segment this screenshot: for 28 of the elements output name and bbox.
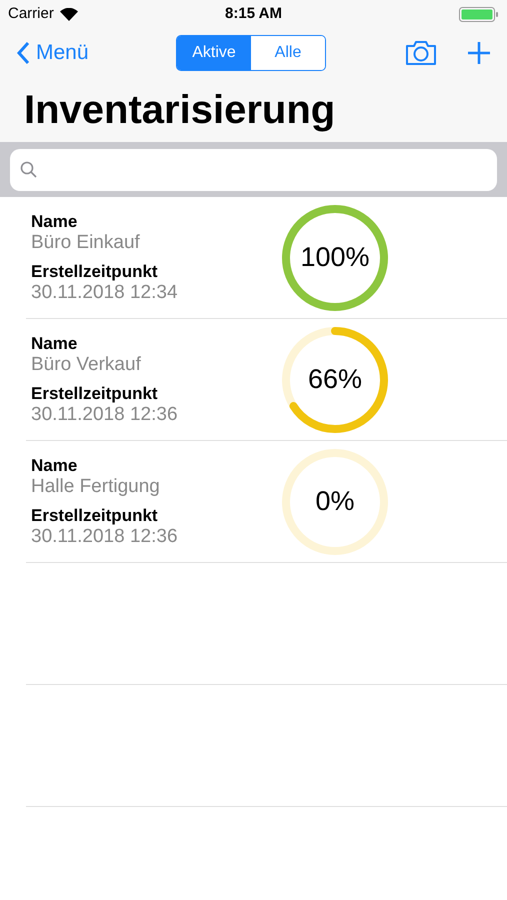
camera-icon[interactable] <box>405 40 437 66</box>
chevron-left-icon <box>16 41 30 65</box>
inventory-name: Büro Einkauf <box>31 232 141 254</box>
percent-label: 100% <box>300 241 370 274</box>
field-label: Name <box>31 456 78 476</box>
field-label: Name <box>31 212 78 232</box>
search-icon <box>20 160 38 178</box>
created-date: 30.11.2018 12:34 <box>31 282 179 304</box>
inventory-name: Halle Fertigung <box>31 476 161 498</box>
segment-tab[interactable]: Aktive <box>177 36 251 70</box>
created-date: 30.11.2018 12:36 <box>31 404 179 426</box>
back-button[interactable]: Menü <box>16 37 176 69</box>
page-title: Inventarisierung <box>24 87 336 134</box>
search-field[interactable] <box>10 148 497 190</box>
created-date: 30.11.2018 12:36 <box>31 526 179 548</box>
percent-label: 66% <box>308 363 362 396</box>
percent-label: 0% <box>315 485 355 518</box>
add-icon[interactable] <box>467 41 491 65</box>
field-label: Erstellzeitpunkt <box>31 262 159 282</box>
inventory-name: Büro Verkauf <box>31 354 142 376</box>
wifi-icon <box>60 8 78 20</box>
field-label: Erstellzeitpunkt <box>31 384 159 404</box>
field-label: Name <box>31 334 78 354</box>
clock: 8:15 AM <box>225 4 282 24</box>
carrier-label: Carrier <box>8 4 54 24</box>
battery-icon <box>459 6 499 22</box>
field-label: Erstellzeitpunkt <box>31 506 159 526</box>
segment-tab[interactable]: Alle <box>251 36 325 70</box>
